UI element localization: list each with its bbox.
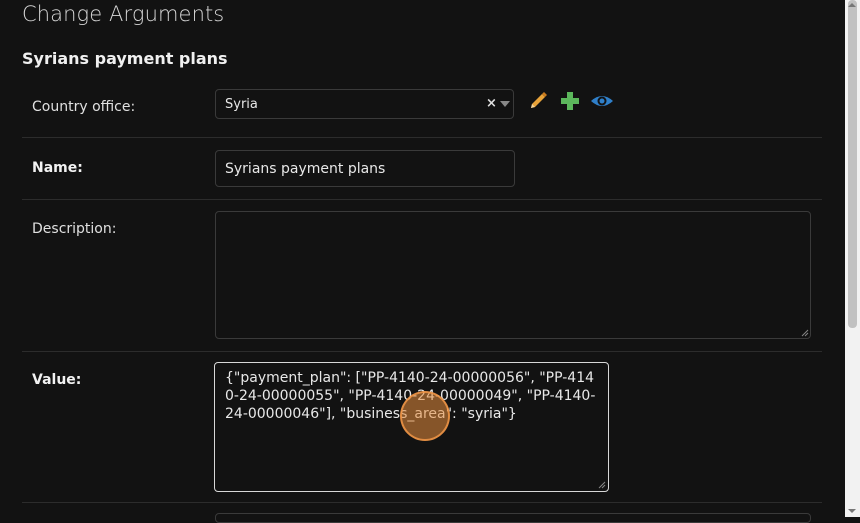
- value-label: Value:: [32, 372, 82, 388]
- name-label: Name:: [32, 160, 83, 176]
- section-title: Syrians payment plans: [22, 49, 228, 68]
- resize-grip-icon[interactable]: [598, 481, 606, 489]
- country-office-select[interactable]: Syria ×: [215, 89, 514, 119]
- clear-selection-button[interactable]: ×: [486, 96, 497, 111]
- name-field[interactable]: [215, 150, 515, 187]
- scroll-up-icon[interactable]: [848, 3, 856, 7]
- divider: [22, 199, 822, 200]
- divider: [22, 351, 822, 352]
- scrollbar-thumb[interactable]: [848, 0, 857, 328]
- chevron-down-icon[interactable]: [500, 101, 510, 107]
- pencil-icon[interactable]: [527, 90, 549, 112]
- description-field[interactable]: [215, 211, 811, 339]
- plus-icon[interactable]: [559, 90, 581, 112]
- eye-icon[interactable]: [590, 90, 614, 112]
- divider: [22, 502, 822, 503]
- page-title: Change Arguments: [22, 2, 225, 26]
- description-label: Description:: [32, 221, 117, 237]
- country-office-label: Country office:: [32, 99, 136, 115]
- country-office-selected-value: Syria: [225, 97, 258, 112]
- divider: [22, 137, 822, 138]
- next-field-input[interactable]: [215, 513, 811, 523]
- resize-grip-icon[interactable]: [801, 329, 809, 337]
- scroll-down-icon[interactable]: [848, 509, 856, 513]
- cursor-highlight: [400, 391, 450, 441]
